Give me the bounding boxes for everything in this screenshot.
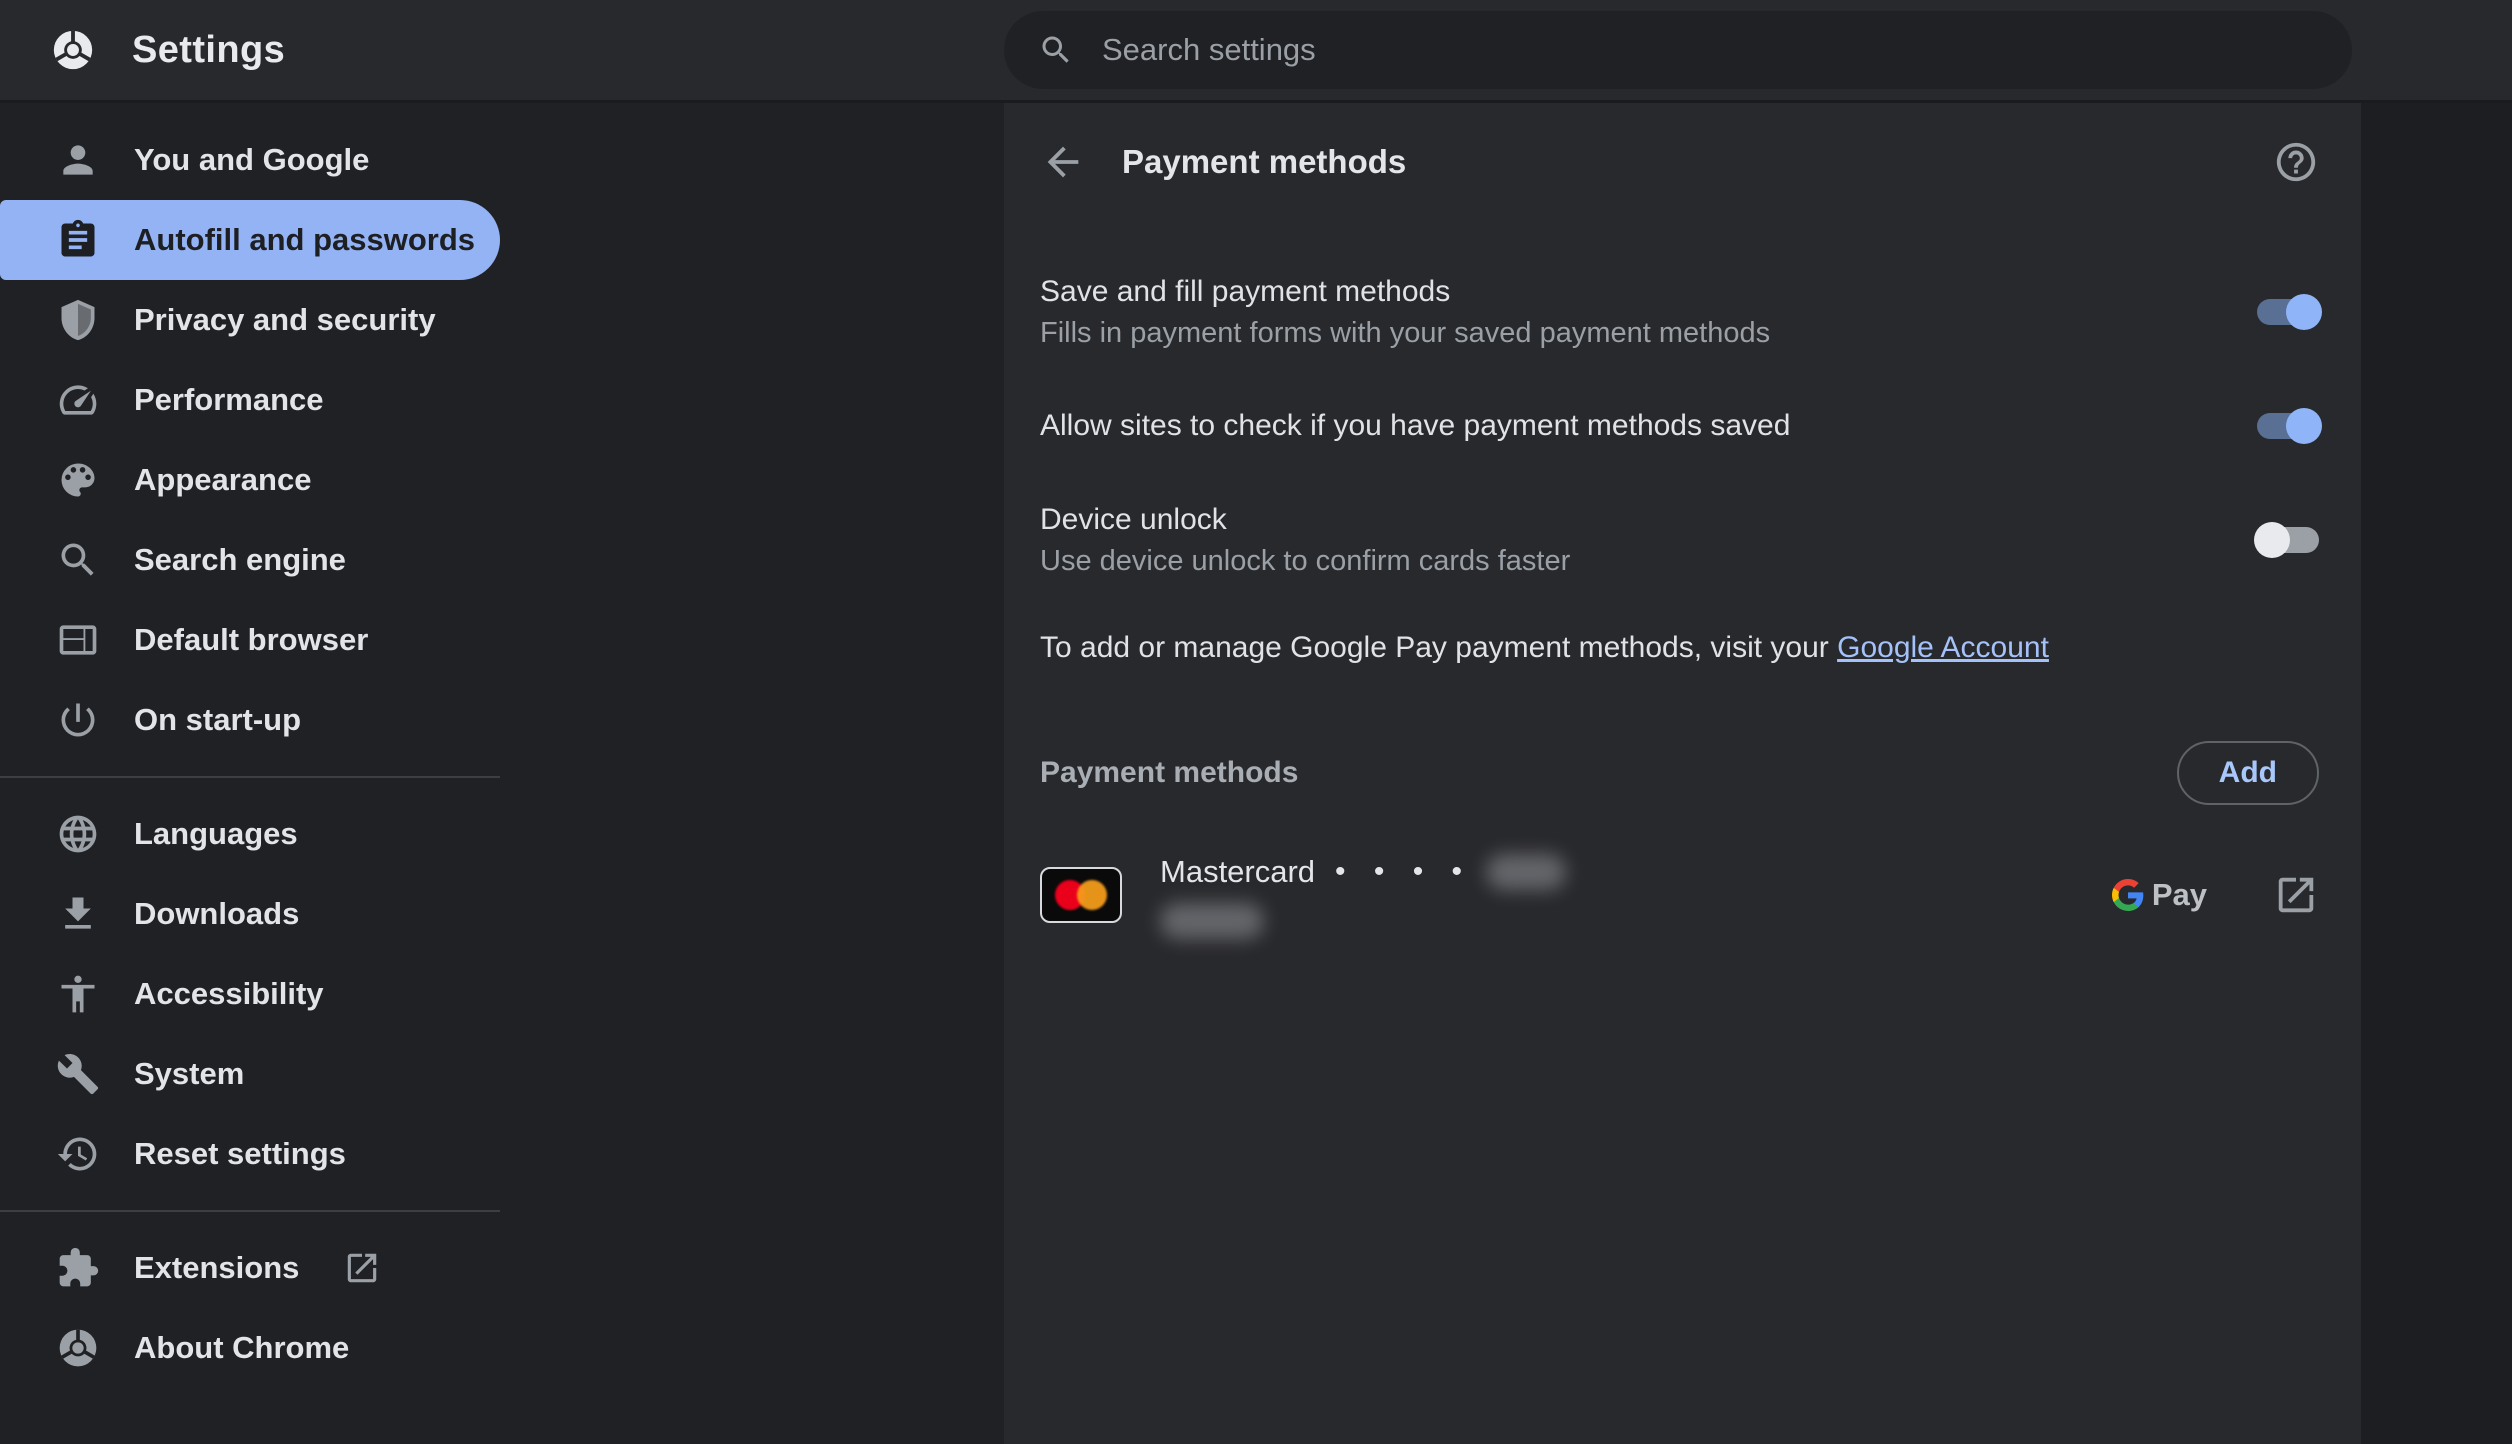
card-masked-dots: • • • • [1335,855,1473,888]
sidebar-item-label: Search engine [134,542,346,577]
sidebar-item-label: You and Google [134,142,370,177]
person-icon [56,138,100,182]
globe-icon [56,812,100,856]
toggle-thumb [2286,408,2322,444]
sidebar-item-reset-settings[interactable]: Reset settings [0,1114,500,1194]
sidebar-item-label: Performance [134,382,324,417]
app-title: Settings [132,28,286,71]
redacted-card-expiry [1160,903,1264,939]
right-gutter [2361,103,2512,1444]
google-pay-note: To add or manage Google Pay payment meth… [1040,627,2319,669]
card-network-label: Mastercard [1160,854,1316,889]
back-arrow-icon[interactable] [1040,139,1086,185]
toggle-thumb [2286,294,2322,330]
payment-methods-section-header: Payment methods Add [1040,741,2319,805]
google-g-icon [2111,879,2144,911]
save-and-fill-toggle[interactable] [2257,294,2322,330]
add-payment-method-button[interactable]: Add [2176,741,2319,805]
toggle-thumb [2254,522,2290,558]
setting-title: Save and fill payment methods [1040,275,1451,308]
sidebar-item-label: Languages [134,816,298,851]
search-icon [1038,32,1074,68]
setting-texts: Save and fill payment methods Fills in p… [1040,271,2217,353]
setting-description: Fills in payment forms with your saved p… [1040,317,1771,349]
sidebar-item-downloads[interactable]: Downloads [0,874,500,954]
open-in-new-icon[interactable] [2273,872,2319,918]
gpay-label: Pay [2151,877,2207,912]
speedometer-icon [56,378,100,422]
search-input[interactable] [1100,31,2352,69]
sidebar-item-label: Privacy and security [134,302,436,337]
chrome-grey-icon [56,1326,100,1370]
sidebar-item-on-start-up[interactable]: On start-up [0,680,500,760]
card-texts: Mastercard • • • • [1160,851,2112,939]
setting-title: Allow sites to check if you have payment… [1040,409,1791,442]
brand: Settings [0,27,285,73]
sidebar-item-accessibility[interactable]: Accessibility [0,954,500,1034]
sidebar-item-label: Extensions [134,1250,300,1285]
palette-icon [56,458,100,502]
sidebar-divider [0,776,500,778]
sidebar-item-about-chrome[interactable]: About Chrome [0,1308,500,1388]
card-actions: Pay [2111,872,2319,918]
accessibility-icon [56,972,100,1016]
allow-sites-toggle[interactable] [2257,408,2322,444]
section-title: Payment methods [1040,756,1299,789]
sidebar-item-default-browser[interactable]: Default browser [0,600,500,680]
panel-header: Payment methods [1004,103,2361,221]
sidebar-item-label: Autofill and passwords [134,222,476,257]
browser-window-icon [56,618,100,662]
app-header: Settings [0,0,2512,103]
puzzle-icon [56,1246,100,1290]
sidebar-item-privacy-and-security[interactable]: Privacy and security [0,280,500,360]
saved-card-row: Mastercard • • • • Pay [1040,851,2319,939]
settings-search-bar[interactable] [1004,11,2352,89]
chrome-logo-icon [50,27,96,73]
sidebar-item-label: Default browser [134,622,369,657]
help-icon[interactable] [2273,139,2319,185]
sidebar-item-system[interactable]: System [0,1034,500,1114]
sidebar-item-languages[interactable]: Languages [0,794,500,874]
setting-description: Use device unlock to confirm cards faste… [1040,545,1571,577]
sidebar-item-appearance[interactable]: Appearance [0,440,500,520]
setting-row-allow-sites: Allow sites to check if you have payment… [1040,379,2322,473]
setting-texts: Allow sites to check if you have payment… [1040,405,2217,447]
setting-title: Device unlock [1040,503,1227,536]
sidebar-item-you-and-google[interactable]: You and Google [0,120,500,200]
sidebar-item-search-engine[interactable]: Search engine [0,520,500,600]
redacted-card-digits [1486,854,1567,890]
shield-icon [56,298,100,342]
external-link-icon [343,1249,381,1287]
sidebar-item-label: Downloads [134,896,300,931]
sidebar-item-label: System [134,1056,245,1091]
sidebar-item-label: On start-up [134,702,302,737]
google-account-link[interactable]: Google Account [1837,631,2049,664]
history-icon [56,1132,100,1176]
sidebar-item-performance[interactable]: Performance [0,360,500,440]
device-unlock-toggle[interactable] [2254,522,2319,558]
page-title: Payment methods [1122,143,1407,180]
google-pay-note-text: To add or manage Google Pay payment meth… [1040,631,1829,664]
setting-row-save-and-fill: Save and fill payment methods Fills in p… [1040,245,2322,379]
power-icon [56,698,100,742]
sidebar-item-label: Appearance [134,462,312,497]
settings-rows: Save and fill payment methods Fills in p… [1004,221,2361,939]
sidebar-divider [0,1210,500,1212]
clipboard-icon [56,218,100,262]
mastercard-icon [1040,867,1122,923]
magnifier-icon [56,538,100,582]
payment-methods-panel: Payment methods Save and fill payment me… [1004,103,2361,1444]
setting-texts: Device unlock Use device unlock to confi… [1040,499,2217,581]
sidebar-item-label: Accessibility [134,976,324,1011]
download-icon [56,892,100,936]
sidebar-item-label: About Chrome [134,1330,350,1365]
sidebar-item-label: Reset settings [134,1136,346,1171]
setting-row-device-unlock: Device unlock Use device unlock to confi… [1040,473,2319,607]
settings-sidebar: You and Google Autofill and passwords Pr… [0,120,500,1388]
wrench-icon [56,1052,100,1096]
google-pay-badge: Pay [2111,877,2207,913]
sidebar-item-extensions[interactable]: Extensions [0,1228,500,1308]
sidebar-item-autofill-and-passwords[interactable]: Autofill and passwords [0,200,500,280]
